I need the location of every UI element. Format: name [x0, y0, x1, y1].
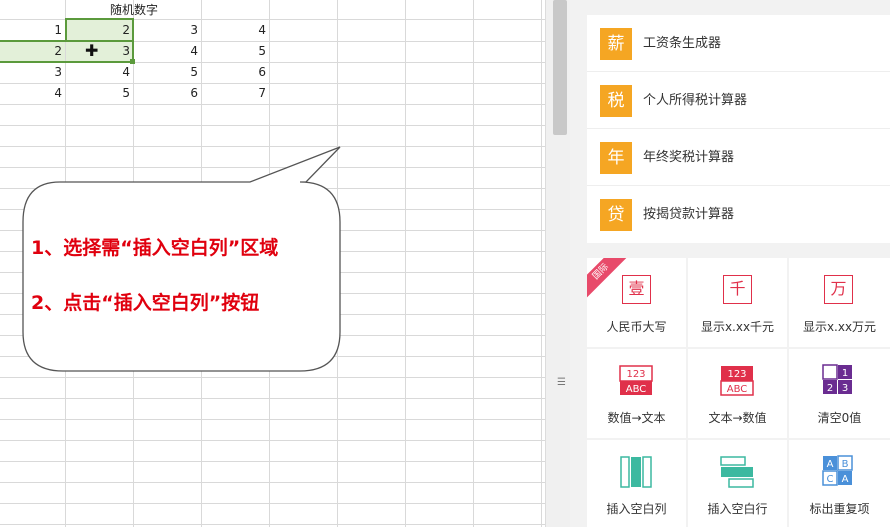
number-to-text-button[interactable]: 123 ABC 数值→文本	[587, 349, 686, 438]
svg-text:B: B	[842, 459, 849, 470]
show-thousands-button[interactable]: 千 显示x.xx千元	[688, 258, 787, 347]
table-cell[interactable]: 4	[206, 20, 266, 40]
table-cell[interactable]: 1	[2, 20, 62, 40]
ribbon-badge: 国际	[587, 258, 627, 298]
table-cell[interactable]: 7	[206, 83, 266, 103]
tax-icon: 税	[600, 85, 632, 117]
table-cell[interactable]: 5	[206, 41, 266, 61]
tool-label: 人民币大写	[606, 320, 667, 334]
svg-text:123: 123	[727, 369, 746, 380]
table-cell[interactable]: 4	[138, 41, 198, 61]
column-header-random-numbers: 随机数字	[109, 3, 158, 17]
svg-text:A: A	[827, 459, 834, 470]
svg-text:ABC: ABC	[727, 384, 748, 395]
year-end-bonus-tax-calculator[interactable]: 年 年终奖税计算器	[587, 129, 890, 186]
show-ten-thousands-button[interactable]: 万 显示x.xx万元	[789, 258, 890, 347]
table-cell[interactable]: 6	[206, 62, 266, 82]
calculator-list: 薪 工资条生成器 税 个人所得税计算器 年 年终奖税计算器 贷 按揭贷款计算器	[587, 15, 890, 243]
tool-label: 数值→文本	[607, 411, 666, 425]
panel-splitter-handle[interactable]: ☰	[557, 378, 566, 388]
svg-text:A: A	[842, 474, 849, 485]
ten-thousands-icon: 万	[824, 275, 853, 304]
spreadsheet-grid[interactable]: 随机数字 1 2 3 4 2 3 4 5 3 4 5 6 4 5 6 7 ✚	[0, 0, 545, 527]
clear-zero-icon: 1 2 3	[822, 364, 852, 394]
svg-text:123: 123	[626, 369, 645, 380]
table-cell[interactable]: 4	[70, 62, 130, 82]
insert-blank-row-button[interactable]: 插入空白行	[688, 440, 787, 529]
thousands-icon: 千	[723, 275, 752, 304]
rmb-uppercase-button[interactable]: 国际 壹 人民币大写	[587, 258, 686, 347]
table-cell[interactable]: 4	[2, 83, 62, 103]
table-cell[interactable]: 3	[138, 20, 198, 40]
svg-text:ABC: ABC	[626, 384, 647, 395]
table-cell[interactable]: 5	[138, 62, 198, 82]
insert-column-icon	[620, 456, 652, 488]
svg-text:2: 2	[827, 383, 833, 394]
income-tax-calculator[interactable]: 税 个人所得税计算器	[587, 72, 890, 129]
text-to-number-button[interactable]: 123 ABC 文本→数值	[688, 349, 787, 438]
svg-text:C: C	[827, 474, 834, 485]
salary-icon: 薪	[600, 28, 632, 60]
rmb-uppercase-icon: 壹	[622, 275, 651, 304]
text-to-number-icon: 123 ABC	[720, 366, 754, 396]
table-cell[interactable]: 3	[70, 41, 130, 61]
table-cell[interactable]: 2	[70, 20, 130, 40]
salary-slip-generator[interactable]: 薪 工资条生成器	[587, 15, 890, 72]
mark-duplicates-button[interactable]: A B C A 标出重复项	[789, 440, 890, 529]
svg-text:3: 3	[842, 383, 848, 394]
calculator-label: 年终奖税计算器	[643, 150, 735, 165]
calculator-label: 工资条生成器	[643, 36, 722, 51]
tools-panel: 薪 工资条生成器 税 个人所得税计算器 年 年终奖税计算器 贷 按揭贷款计算器 …	[570, 0, 890, 529]
tool-label: 清空0值	[817, 411, 862, 425]
insert-row-icon	[720, 456, 754, 488]
tool-label: 标出重复项	[809, 502, 870, 516]
calculator-label: 按揭贷款计算器	[643, 207, 735, 222]
loan-icon: 贷	[600, 199, 632, 231]
tool-label: 文本→数值	[708, 411, 767, 425]
cell-cursor-icon: ✚	[85, 41, 99, 60]
calculator-label: 个人所得税计算器	[643, 93, 748, 108]
mortgage-calculator[interactable]: 贷 按揭贷款计算器	[587, 186, 890, 243]
mark-duplicates-icon: A B C A	[822, 455, 853, 486]
tool-label: 插入空白列	[606, 502, 667, 516]
number-to-text-icon: 123 ABC	[619, 365, 653, 395]
table-cell[interactable]: 6	[138, 83, 198, 103]
table-cell[interactable]: 3	[2, 62, 62, 82]
table-cell[interactable]: 2	[2, 41, 62, 61]
scrollbar-thumb[interactable]	[553, 0, 567, 135]
tool-label: 显示x.xx万元	[802, 320, 877, 334]
insert-blank-column-button[interactable]: 插入空白列	[587, 440, 686, 529]
tool-label: 插入空白行	[707, 502, 768, 516]
tool-label: 显示x.xx千元	[700, 320, 775, 334]
clear-zero-button[interactable]: 1 2 3 清空0值	[789, 349, 890, 438]
table-cell[interactable]: 5	[70, 83, 130, 103]
svg-text:1: 1	[842, 368, 848, 379]
year-icon: 年	[600, 142, 632, 174]
